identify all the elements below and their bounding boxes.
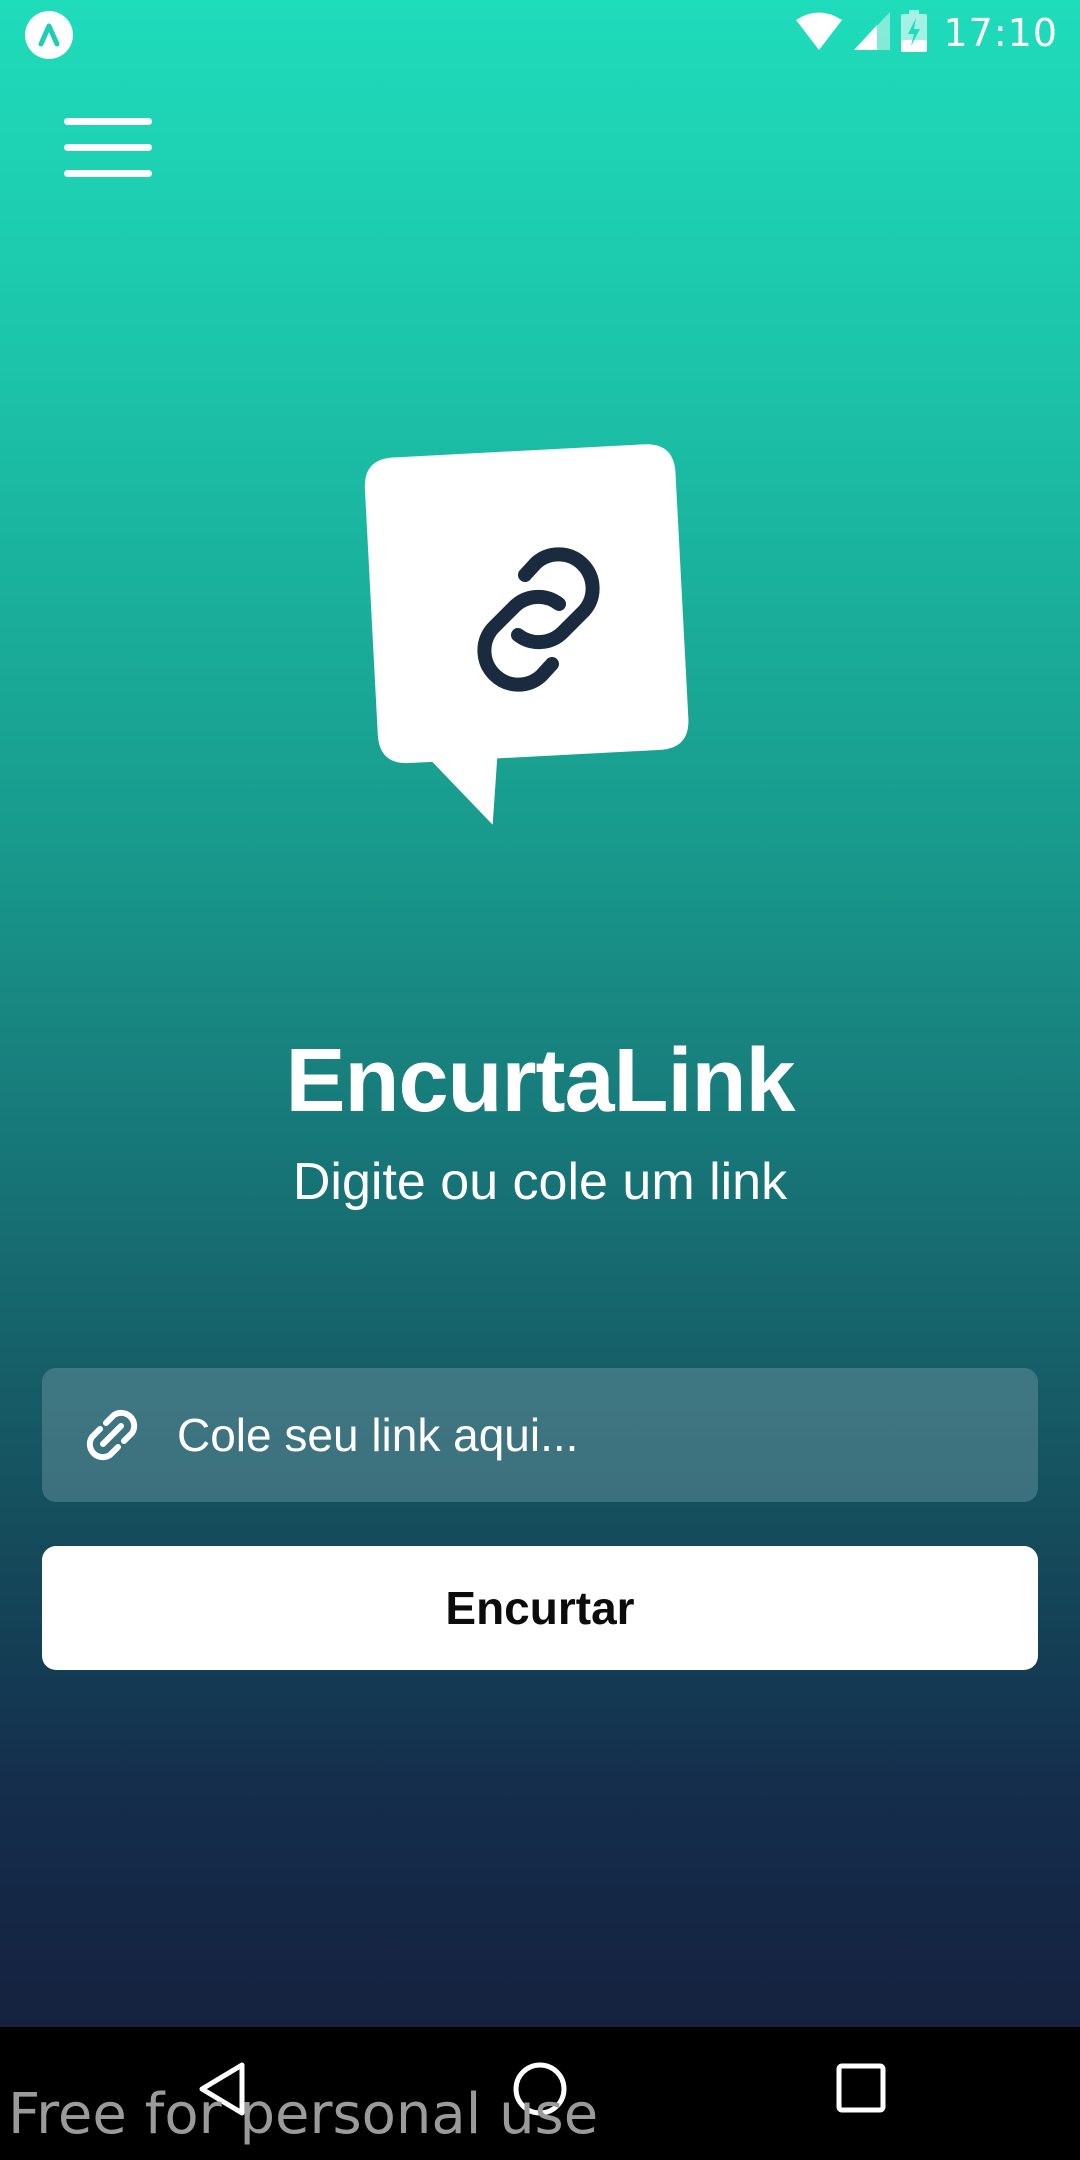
recents-icon[interactable] (833, 2060, 889, 2121)
link-field[interactable] (42, 1368, 1038, 1502)
status-icons: 17:10 (785, 8, 1058, 58)
wifi-icon (795, 11, 843, 56)
menu-line (64, 144, 152, 151)
app-notification-icon (25, 11, 73, 59)
navigation-bar (0, 2027, 1080, 2160)
menu-line (64, 118, 152, 125)
cell-signal-icon (853, 11, 891, 56)
status-time: 17:10 (943, 11, 1058, 55)
status-bar: 17:10 (0, 0, 1080, 66)
back-icon[interactable] (192, 2057, 252, 2126)
link-input[interactable] (177, 1368, 997, 1502)
app-logo (350, 430, 730, 850)
home-icon[interactable] (508, 2057, 572, 2126)
shorten-button[interactable]: Encurtar (42, 1546, 1038, 1670)
battery-charging-icon (901, 9, 928, 57)
app-screen: 17:10 EncurtaLink Digite ou cole um link (0, 0, 1080, 2027)
menu-line (64, 170, 152, 177)
app-subtitle: Digite ou cole um link (292, 1153, 788, 1211)
menu-button[interactable] (60, 112, 156, 184)
app-title: EncurtaLink (285, 1031, 795, 1131)
link-icon (78, 1401, 146, 1469)
link-chat-bubble-icon (364, 444, 689, 825)
